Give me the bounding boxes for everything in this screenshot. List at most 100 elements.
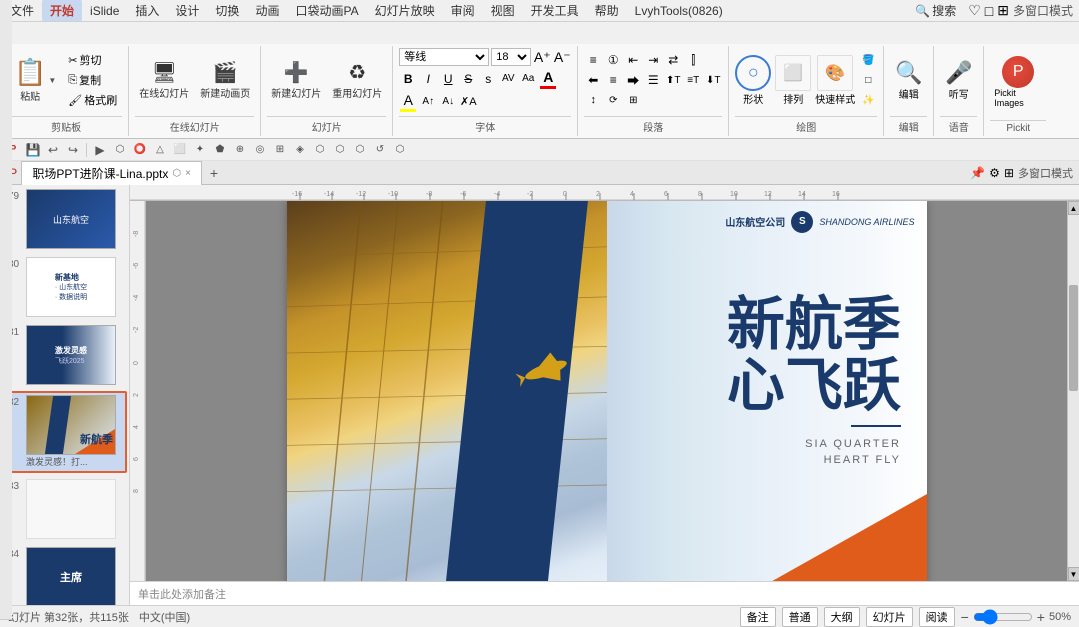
qa-btn11[interactable]: ⬡	[311, 141, 329, 159]
qa-btn10[interactable]: ◈	[291, 141, 309, 159]
shadow-button[interactable]: s	[479, 70, 497, 88]
align-left-button[interactable]: ⬅	[584, 71, 602, 89]
qa-undo[interactable]: ↩	[44, 141, 62, 159]
menu-animation[interactable]: 动画	[247, 0, 287, 21]
menu-devtools[interactable]: 开发工具	[523, 0, 587, 21]
scroll-up-btn[interactable]: ▲	[1068, 201, 1079, 215]
window-icon[interactable]: □	[985, 3, 993, 19]
menu-pocket-animation[interactable]: 口袋动画PA	[287, 0, 366, 21]
strikethrough-button[interactable]: S	[459, 70, 477, 88]
decrease-font-button[interactable]: A⁻	[553, 48, 571, 66]
indent-increase-button[interactable]: ⇥	[644, 51, 662, 69]
text-highlight-button[interactable]: A	[399, 91, 417, 109]
bullet-list-button[interactable]: ≡	[584, 51, 602, 69]
view-outline-btn[interactable]: 大纲	[824, 607, 860, 627]
shape-fill-button[interactable]: 🪣	[859, 51, 877, 69]
paste-dropdown-icon[interactable]: ▼	[48, 76, 56, 85]
qa-btn2[interactable]: ⭕	[131, 141, 149, 159]
view-reading-btn[interactable]: 阅读	[919, 607, 955, 627]
settings-icon[interactable]: ⚙	[989, 166, 1000, 180]
qa-btn13[interactable]: ⬡	[351, 141, 369, 159]
slide-thumb-34[interactable]: 34 主席	[2, 545, 127, 605]
qa-btn12[interactable]: ⬡	[331, 141, 349, 159]
slide-thumb-82[interactable]: 82 新航季 激发灵感！打...	[2, 391, 127, 473]
add-tab-button[interactable]: +	[202, 161, 226, 185]
indent-decrease-button[interactable]: ⇤	[624, 51, 642, 69]
bold-button[interactable]: B	[399, 70, 417, 88]
menu-help[interactable]: 帮助	[587, 0, 627, 21]
align-middle-button[interactable]: ≡T	[684, 71, 702, 89]
menu-islide[interactable]: iSlide	[82, 2, 127, 20]
zoom-decrease-btn[interactable]: −	[961, 609, 969, 625]
qa-btn7[interactable]: ⊕	[231, 141, 249, 159]
menu-lvyhtools[interactable]: LvyhTools(0826)	[627, 2, 731, 20]
notes-area[interactable]: 单击此处添加备注	[130, 581, 1079, 605]
rtl-button[interactable]: ⇄	[664, 51, 682, 69]
menu-design[interactable]: 设计	[167, 0, 207, 21]
italic-button[interactable]: I	[419, 70, 437, 88]
menu-insert[interactable]: 插入	[127, 0, 167, 21]
qa-btn14[interactable]: ↺	[371, 141, 389, 159]
format-painter-button[interactable]: 🖌 格式刷	[63, 91, 122, 109]
menu-switch[interactable]: 切换	[207, 0, 247, 21]
font-name-select[interactable]: 等线	[399, 48, 489, 66]
doc-tab[interactable]: 职场PPT进阶课-Lina.pptx ⬡ ×	[21, 161, 202, 185]
clear-format-button[interactable]: ✗A	[459, 93, 477, 111]
cut-button[interactable]: ✂ 剪切	[63, 51, 122, 69]
qa-btn4[interactable]: ⬜	[171, 141, 189, 159]
qa-btn5[interactable]: ✦	[191, 141, 209, 159]
font-size-select[interactable]: 18	[491, 48, 531, 66]
comments-btn[interactable]: 备注	[740, 607, 776, 627]
view-normal-btn[interactable]: 普通	[782, 607, 818, 627]
scroll-thumb[interactable]	[1069, 285, 1078, 391]
find-replace-button[interactable]: 🔍	[895, 60, 922, 86]
copy-button[interactable]: ⎘ 复制	[63, 71, 122, 89]
justify-button[interactable]: ☰	[644, 71, 662, 89]
slide-thumb-81[interactable]: 81 激发灵感 飞跃2025	[2, 323, 127, 387]
multiwindow-tab-icon[interactable]: ⊞	[1004, 166, 1014, 180]
shape-button[interactable]: ○	[735, 55, 771, 91]
doc-tab-close[interactable]: ×	[185, 168, 191, 179]
new-slide-button[interactable]: ➕ 新建幻灯片	[267, 59, 325, 102]
numbered-list-button[interactable]: ①	[604, 51, 622, 69]
align-bottom-button[interactable]: ⬇T	[704, 71, 722, 89]
font-case-button[interactable]: Aa	[519, 70, 537, 88]
pickit-button[interactable]: P Pickit Images	[990, 52, 1046, 112]
text-direction-button[interactable]: ⟳	[604, 91, 622, 109]
qa-save[interactable]: 💾	[24, 141, 42, 159]
underline-button[interactable]: U	[439, 70, 457, 88]
qa-btn9[interactable]: ⊞	[271, 141, 289, 159]
zoom-increase-btn[interactable]: +	[1037, 609, 1045, 625]
shape-outline-button[interactable]: □	[859, 71, 877, 89]
online-slides-button[interactable]: 🖥 在线幻灯片	[135, 59, 193, 102]
pin-icon[interactable]: 📌	[970, 166, 985, 180]
reuse-slide-button[interactable]: ♻ 重用幻灯片	[328, 59, 386, 102]
align-top-button[interactable]: ⬆T	[664, 71, 682, 89]
qa-btn3[interactable]: △	[151, 141, 169, 159]
line-spacing-button[interactable]: ↕	[584, 91, 602, 109]
view-slide-btn[interactable]: 幻灯片	[866, 607, 913, 627]
menu-view[interactable]: 视图	[483, 0, 523, 21]
align-center-button[interactable]: ≡	[604, 71, 622, 89]
new-animation-page-button[interactable]: 🎬 新建动画页	[196, 59, 254, 102]
slide-thumb-83[interactable]: 83	[2, 477, 127, 541]
char-spacing-button[interactable]: AV	[499, 70, 517, 88]
slide-thumb-79[interactable]: 79 山东航空	[2, 187, 127, 251]
zoom-slider[interactable]	[973, 609, 1033, 625]
qa-btn6[interactable]: ⬟	[211, 141, 229, 159]
font-expand-button[interactable]: A↑	[419, 93, 437, 111]
columns-button[interactable]: ⫿	[684, 51, 702, 69]
multiwindow-icon[interactable]: ⊞	[997, 2, 1009, 19]
font-compress-button[interactable]: A↓	[439, 93, 457, 111]
menu-slideshow[interactable]: 幻灯片放映	[367, 0, 443, 21]
quick-style-button[interactable]: 🎨	[817, 55, 853, 91]
menu-search[interactable]: 🔍 搜索	[907, 0, 964, 21]
shape-effect-button[interactable]: ✨	[859, 91, 877, 109]
qa-btn8[interactable]: ◎	[251, 141, 269, 159]
font-color-button[interactable]: A	[539, 68, 557, 86]
align-right-button[interactable]: ⮕	[624, 71, 642, 89]
smartart-button[interactable]: ⊞	[624, 91, 642, 109]
dictation-button[interactable]: 🎤	[945, 60, 972, 86]
arrange-button[interactable]: ⬜	[775, 55, 811, 91]
favorite-icon[interactable]: ♡	[968, 2, 981, 19]
